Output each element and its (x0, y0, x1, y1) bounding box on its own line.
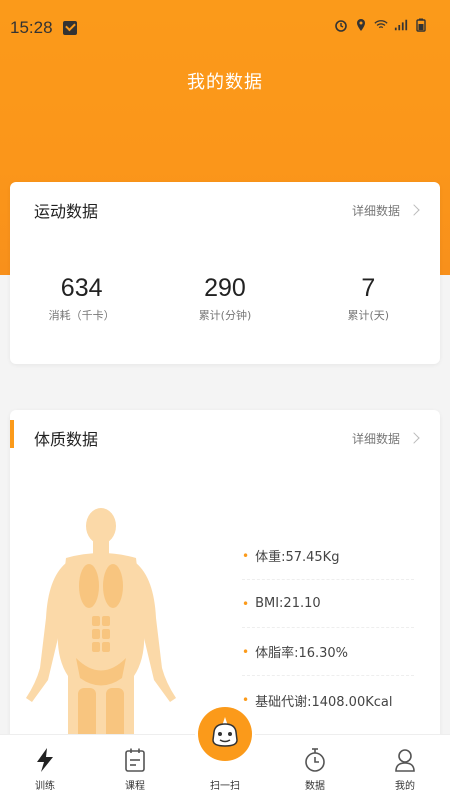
tab-label: 扫一扫 (210, 781, 240, 792)
page-title: 我的数据 (187, 72, 263, 93)
activity-card: 运动数据 详细数据 634 消耗（千卡） 290 累计(分钟) 7 累计(天) (10, 182, 440, 364)
status-bar: 15:28 (0, 0, 450, 58)
body-detail-label: 详细数据 (351, 431, 400, 446)
stat-calories: 634 消耗（千卡） (10, 274, 153, 323)
lightning-icon (37, 748, 53, 772)
stat-label: 消耗（千卡） (48, 309, 115, 322)
status-time: 15:28 (10, 18, 53, 37)
body-figure-illustration (26, 508, 176, 748)
notification-check-icon (62, 21, 77, 35)
tab-course[interactable]: 课程 (90, 735, 180, 800)
tab-scan[interactable]: 扫一扫 (180, 707, 270, 800)
metric-body-fat: • 体脂率:16.30% (242, 628, 414, 676)
scan-button[interactable] (198, 707, 252, 761)
activity-detail-label: 详细数据 (351, 203, 400, 218)
metric-text: 基础代谢:1408.00Kcal (255, 694, 393, 710)
battery-icon (416, 18, 426, 32)
stat-label: 累计(分钟) (198, 309, 252, 322)
body-card-header: 体质数据 详细数据 (10, 410, 440, 466)
stat-value: 634 (60, 274, 103, 302)
bullet-dot-icon: • (242, 596, 250, 611)
bullet-dot-icon: • (242, 548, 250, 563)
activity-card-title: 运动数据 (34, 202, 99, 221)
alarm-icon (335, 20, 347, 32)
metric-text: 体重:57.45Kg (255, 550, 340, 565)
signal-icon (394, 19, 408, 31)
wifi-icon (374, 20, 388, 29)
metric-bmr: • 基础代谢:1408.00Kcal (242, 676, 414, 724)
stat-value: 7 (361, 274, 376, 302)
stat-label: 累计(天) (347, 309, 390, 322)
tab-label: 数据 (305, 781, 325, 792)
bullet-dot-icon: • (242, 693, 250, 707)
person-icon (395, 749, 415, 772)
timer-icon (305, 748, 325, 772)
bullet-dot-icon: • (242, 644, 250, 659)
tab-mine[interactable]: 我的 (360, 735, 450, 800)
body-detail-link[interactable]: 详细数据 (351, 430, 420, 447)
stat-days: 7 累计(天) (297, 274, 440, 323)
metric-text: BMI:21.10 (255, 596, 321, 611)
body-metrics-list: • 体重:57.45Kg • BMI:21.10 • 体脂率:16.30% • 基础代谢… (242, 532, 414, 724)
location-icon (357, 19, 365, 31)
body-card: 体质数据 详细数据 • 体重:57.45Kg • BMI:21.10 • 体脂率… (10, 410, 440, 750)
tab-data[interactable]: 数据 (270, 735, 360, 800)
calendar-icon (125, 748, 145, 772)
tab-label: 训练 (35, 781, 55, 792)
activity-stats: 634 消耗（千卡） 290 累计(分钟) 7 累计(天) (10, 274, 440, 323)
metric-weight: • 体重:57.45Kg (242, 532, 414, 580)
chevron-right-icon (408, 204, 420, 216)
stat-value: 290 (204, 274, 246, 302)
bottom-tab-bar: 训练 课程 扫一扫 数据 我的 (0, 707, 450, 800)
unicorn-scan-icon (212, 717, 238, 747)
stat-minutes: 290 累计(分钟) (153, 274, 296, 323)
activity-detail-link[interactable]: 详细数据 (351, 202, 420, 219)
tab-label: 我的 (395, 781, 415, 792)
metric-bmi: • BMI:21.10 (242, 580, 414, 628)
metric-text: 体脂率:16.30% (255, 646, 349, 661)
tab-training[interactable]: 训练 (0, 735, 90, 800)
body-card-title: 体质数据 (34, 430, 99, 449)
activity-card-header: 运动数据 详细数据 (10, 182, 440, 238)
chevron-right-icon (408, 432, 420, 444)
tab-label: 课程 (125, 781, 145, 792)
